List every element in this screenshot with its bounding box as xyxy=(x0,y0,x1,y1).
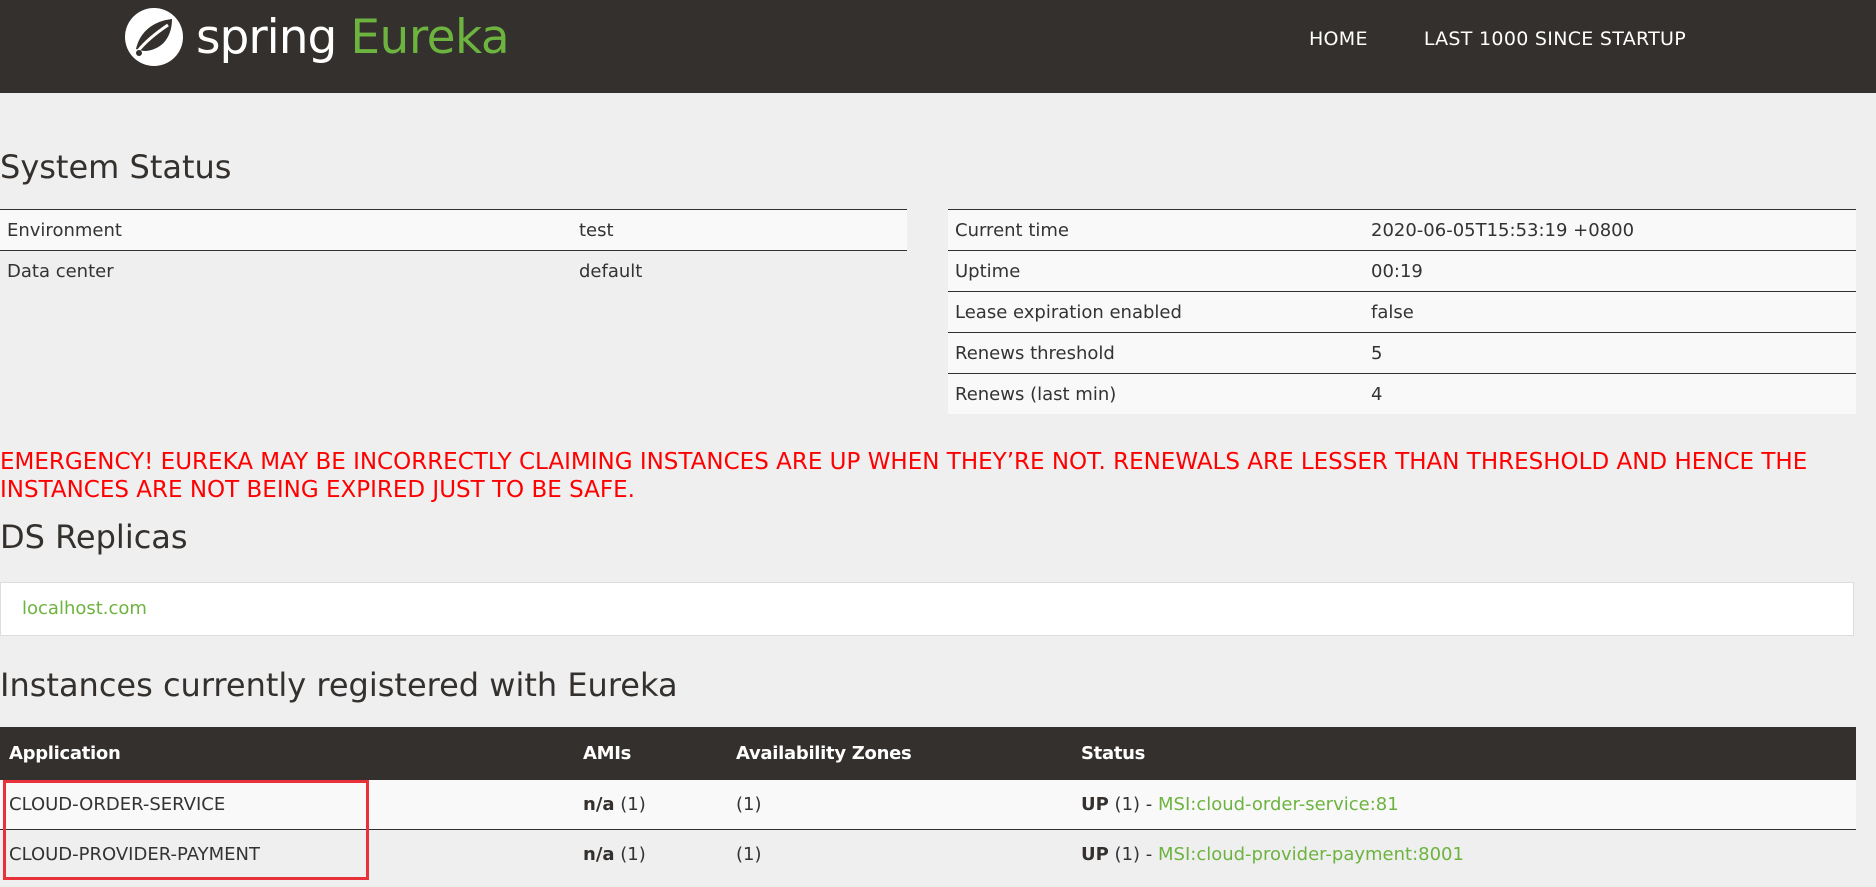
status-key: Renews threshold xyxy=(948,332,1364,374)
status-key: Renews (last min) xyxy=(948,373,1364,414)
status-value: 00:19 xyxy=(1364,250,1856,292)
table-row: Uptime 00:19 xyxy=(948,250,1856,292)
table-header-row: Application AMIs Availability Zones Stat… xyxy=(0,727,1856,780)
top-navbar: spring Eureka HOME LAST 1000 SINCE START… xyxy=(0,0,1876,93)
table-row: Renews (last min) 4 xyxy=(948,373,1856,414)
status-value: test xyxy=(572,209,907,251)
table-row: Renews threshold 5 xyxy=(948,332,1856,374)
instances-heading: Instances currently registered with Eure… xyxy=(0,666,678,704)
column-header: Availability Zones xyxy=(727,727,1072,780)
status-count: (1) - xyxy=(1114,794,1158,815)
ds-replicas-heading: DS Replicas xyxy=(0,518,188,556)
runtime-status-table: Current time 2020-06-05T15:53:19 +0800 U… xyxy=(948,209,1856,414)
status-key: Uptime xyxy=(948,250,1364,292)
system-status-heading: System Status xyxy=(0,148,232,186)
status-up: UP xyxy=(1081,794,1109,815)
brand-logo[interactable]: spring Eureka xyxy=(122,4,510,70)
main-nav: HOME LAST 1000 SINCE STARTUP xyxy=(1309,28,1686,50)
brand-eureka-text: Eureka xyxy=(350,9,510,65)
table-row: Lease expiration enabled false xyxy=(948,291,1856,333)
zones-cell: (1) xyxy=(727,829,1072,879)
application-name: CLOUD-PROVIDER-PAYMENT xyxy=(0,829,574,879)
status-key: Current time xyxy=(948,209,1364,251)
table-row: Data center default xyxy=(0,250,907,291)
table-row: Current time 2020-06-05T15:53:19 +0800 xyxy=(948,209,1856,251)
status-key: Environment xyxy=(0,209,572,251)
zones-cell: (1) xyxy=(727,779,1072,830)
amis-cell: n/a (1) xyxy=(574,779,727,830)
amis-count: (1) xyxy=(620,844,646,865)
amis-value: n/a xyxy=(583,794,615,815)
status-value: 4 xyxy=(1364,373,1856,414)
emergency-warning: EMERGENCY! EUREKA MAY BE INCORRECTLY CLA… xyxy=(0,449,1808,503)
column-header: Application xyxy=(0,727,574,780)
nav-last-1000-link[interactable]: LAST 1000 SINCE STARTUP xyxy=(1424,28,1686,50)
status-count: (1) - xyxy=(1114,844,1158,865)
instance-link[interactable]: MSI:cloud-provider-payment:8001 xyxy=(1158,844,1464,865)
amis-count: (1) xyxy=(620,794,646,815)
status-cell: UP (1) - MSI:cloud-provider-payment:8001 xyxy=(1072,829,1856,879)
table-row: Environment test xyxy=(0,209,907,251)
replicas-list: localhost.com xyxy=(0,582,1854,636)
table-row: CLOUD-PROVIDER-PAYMENT n/a (1) (1) UP (1… xyxy=(0,829,1856,879)
column-header: AMIs xyxy=(574,727,727,780)
instance-link[interactable]: MSI:cloud-order-service:81 xyxy=(1158,794,1399,815)
replica-link[interactable]: localhost.com xyxy=(22,598,147,619)
status-up: UP xyxy=(1081,844,1109,865)
brand-spring-text: spring xyxy=(196,9,337,65)
status-value: 2020-06-05T15:53:19 +0800 xyxy=(1364,209,1856,251)
status-value: default xyxy=(572,250,907,291)
instances-table: Application AMIs Availability Zones Stat… xyxy=(0,727,1856,879)
nav-home-link[interactable]: HOME xyxy=(1309,28,1368,50)
status-key: Lease expiration enabled xyxy=(948,291,1364,333)
amis-cell: n/a (1) xyxy=(574,829,727,879)
status-value: 5 xyxy=(1364,332,1856,374)
environment-table: Environment test Data center default xyxy=(0,209,907,291)
column-header: Status xyxy=(1072,727,1856,780)
spring-leaf-icon xyxy=(125,8,183,66)
status-value: false xyxy=(1364,291,1856,333)
table-row: CLOUD-ORDER-SERVICE n/a (1) (1) UP (1) -… xyxy=(0,779,1856,830)
application-name: CLOUD-ORDER-SERVICE xyxy=(0,779,574,830)
status-cell: UP (1) - MSI:cloud-order-service:81 xyxy=(1072,779,1856,830)
status-key: Data center xyxy=(0,250,572,291)
amis-value: n/a xyxy=(583,844,615,865)
